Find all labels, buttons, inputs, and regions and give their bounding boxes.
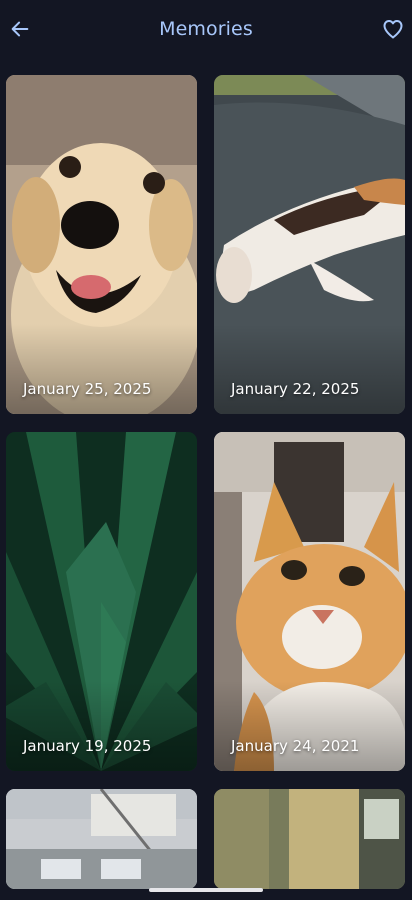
memory-card[interactable]: January 24, 2021 — [214, 432, 405, 771]
memory-card[interactable]: January 19, 2025 — [6, 432, 197, 771]
memories-grid: January 25, 2025 January 22, 2025 Januar… — [6, 75, 406, 889]
back-button[interactable] — [4, 12, 36, 46]
memory-card[interactable] — [6, 789, 197, 889]
top-app-bar: Memories — [0, 0, 412, 58]
memory-date: January 19, 2025 — [23, 737, 152, 755]
memory-card[interactable]: January 22, 2025 — [214, 75, 405, 414]
arrow-left-icon — [11, 21, 29, 37]
photo-overlay — [6, 324, 197, 414]
memory-photo-indoor — [6, 789, 197, 889]
favorite-button[interactable] — [376, 12, 410, 46]
memory-date: January 25, 2025 — [23, 380, 152, 398]
gesture-navigation-bar[interactable] — [149, 888, 263, 892]
heart-outline-icon — [383, 20, 403, 39]
photo-overlay — [214, 681, 405, 771]
memory-card[interactable]: January 25, 2025 — [6, 75, 197, 414]
page-title: Memories — [159, 18, 253, 40]
photo-overlay — [214, 324, 405, 414]
memory-card[interactable] — [214, 789, 405, 889]
memory-date: January 22, 2025 — [231, 380, 360, 398]
memories-screen: Memories January 25, 2025 January 22, 20… — [0, 0, 412, 900]
photo-overlay — [6, 681, 197, 771]
memory-photo-indoor — [214, 789, 405, 889]
memory-date: January 24, 2021 — [231, 737, 360, 755]
